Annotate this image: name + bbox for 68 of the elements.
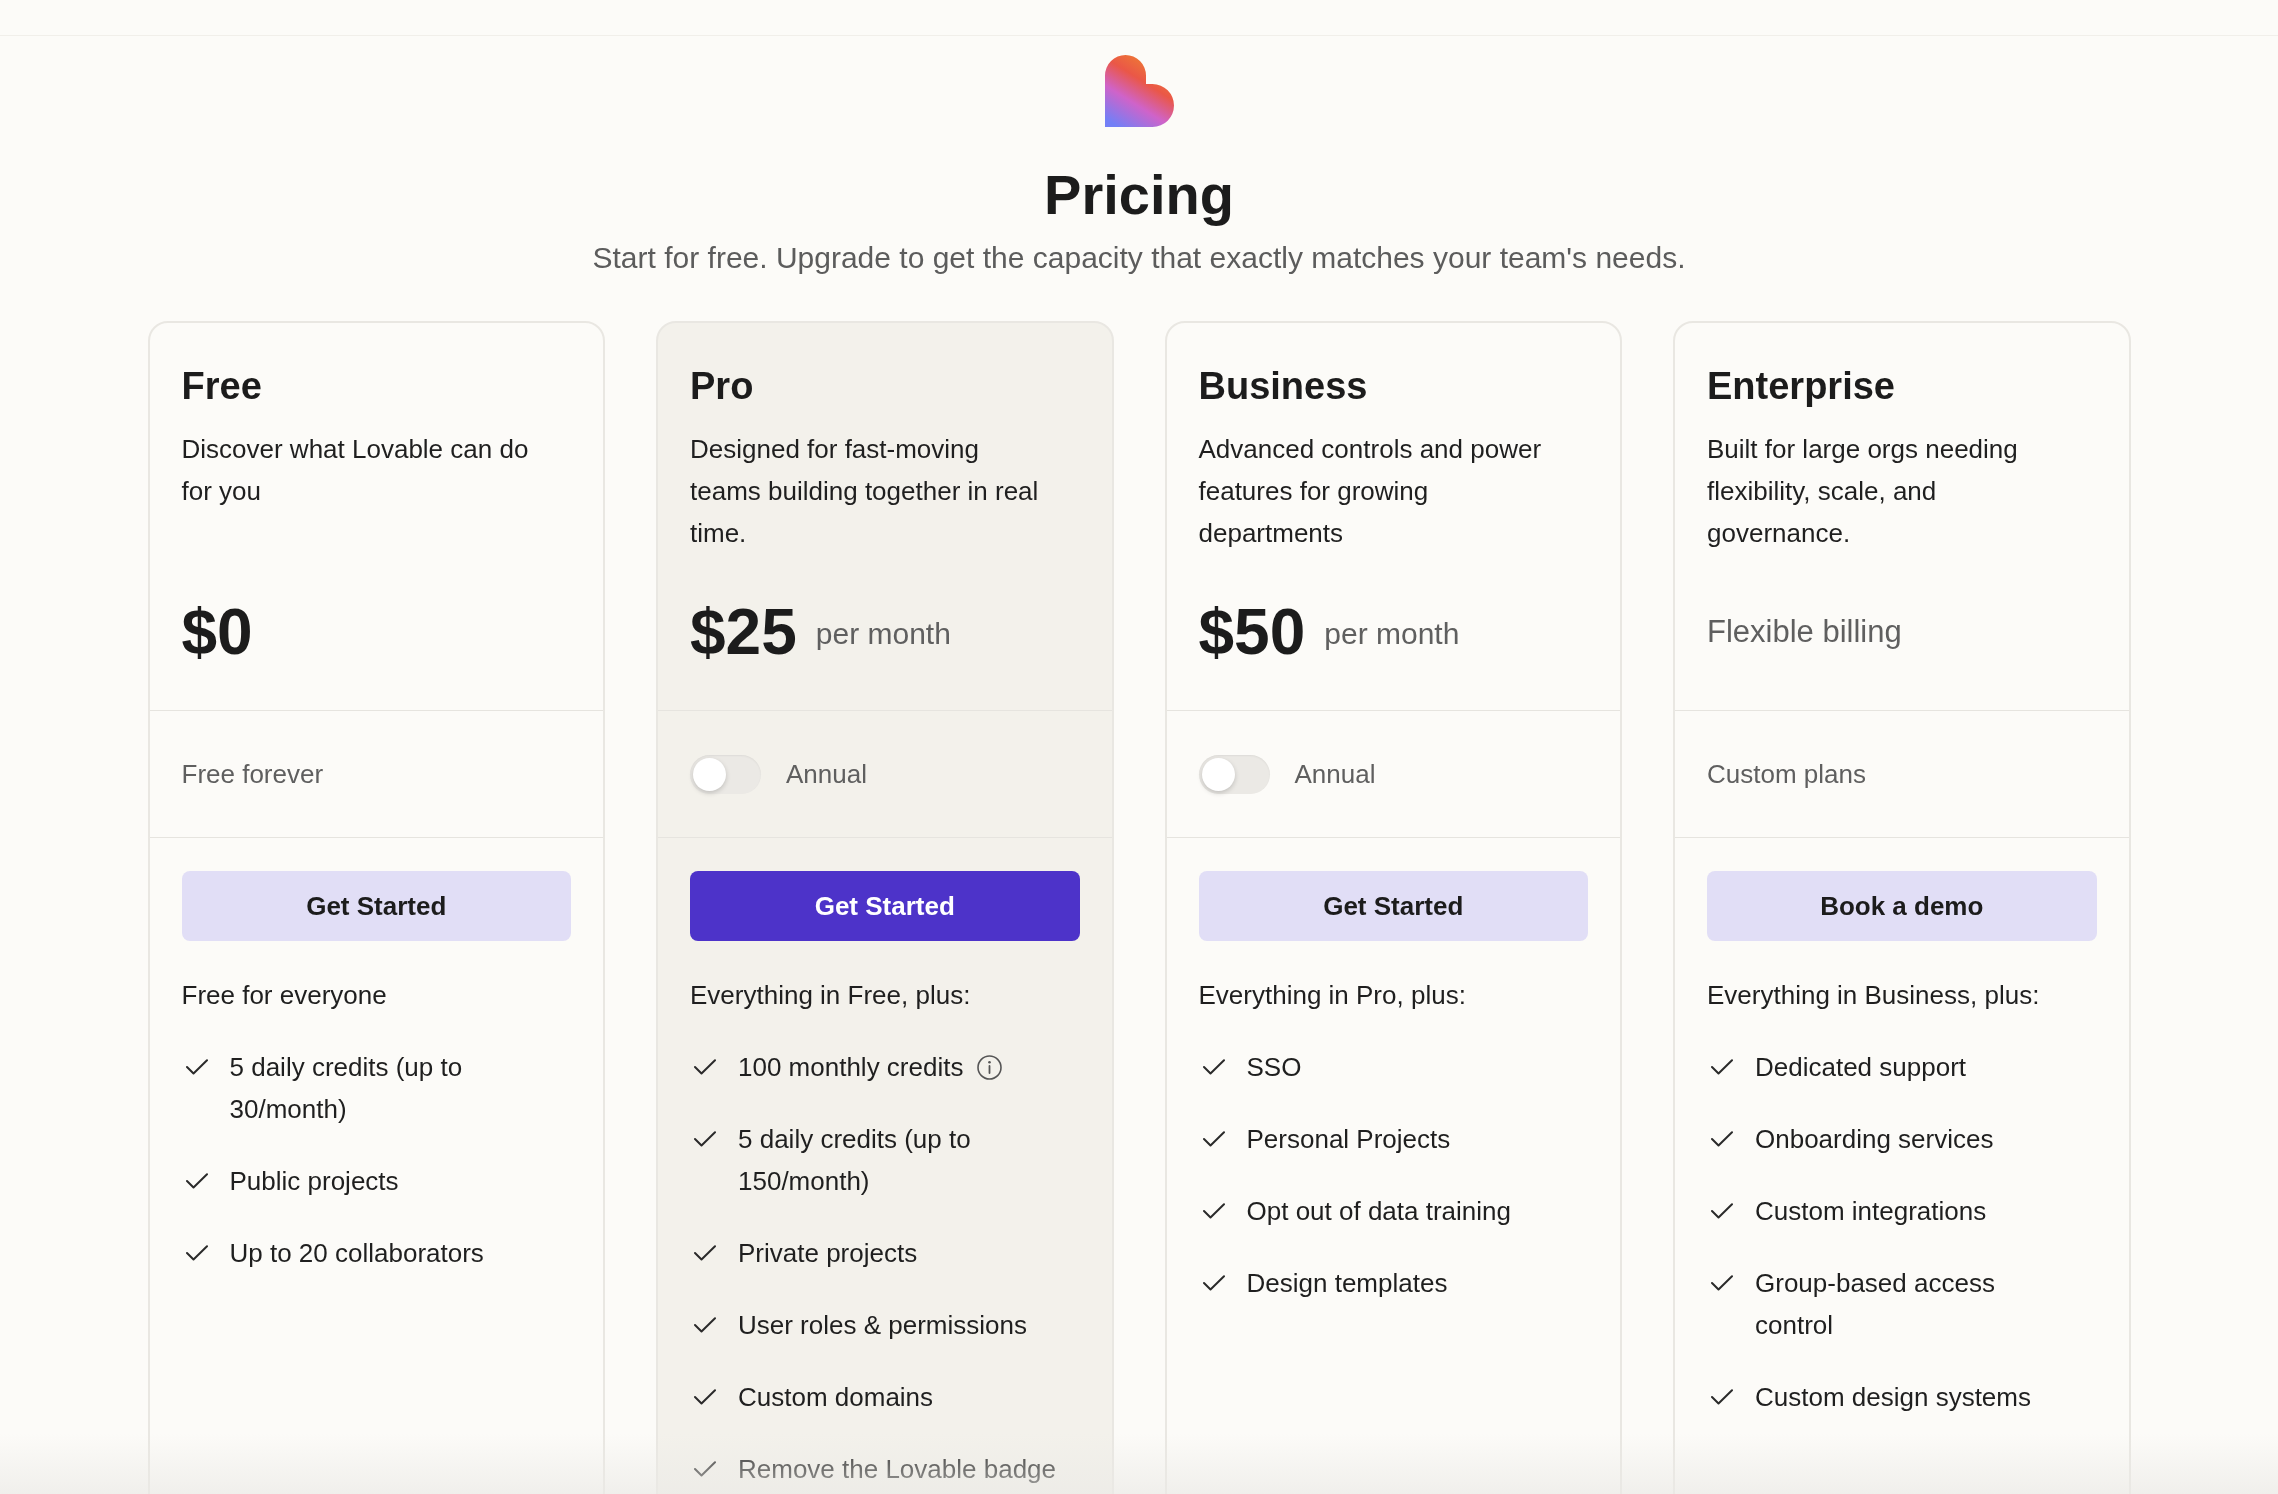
billing-note: Free forever bbox=[181, 758, 324, 791]
feature-text: Opt out of data training bbox=[1246, 1196, 1511, 1226]
annual-toggle[interactable] bbox=[690, 754, 761, 794]
page-title: Pricing bbox=[1044, 163, 1234, 227]
features-heading: Everything in Free, plus: bbox=[690, 979, 972, 1012]
check-icon bbox=[1202, 1059, 1225, 1075]
annual-toggle[interactable] bbox=[1198, 754, 1270, 794]
feature-text: Personal Projects bbox=[1246, 1124, 1451, 1154]
check-icon bbox=[694, 1461, 716, 1477]
price-amount: $0 bbox=[181, 597, 253, 667]
cta-button[interactable]: Get Started bbox=[181, 871, 571, 941]
price-period: per month bbox=[1324, 616, 1460, 652]
plan-name: Free bbox=[181, 364, 263, 409]
check-icon bbox=[1202, 1275, 1225, 1291]
plan-description: Built for large orgs needing flexibility, scale, and governance. bbox=[1707, 433, 2019, 550]
check-icon bbox=[1711, 1059, 1733, 1075]
page-subtitle: Start for free. Upgrade to get the capacity that exactly matches your team's needs. bbox=[592, 240, 1686, 276]
check-icon bbox=[185, 1173, 208, 1189]
feature-text: Custom integrations bbox=[1755, 1196, 1987, 1226]
feature-text: User roles & permissions bbox=[738, 1310, 1027, 1340]
toggle-label: Annual bbox=[1294, 758, 1376, 791]
check-icon bbox=[1202, 1203, 1225, 1219]
features-heading: Everything in Business, plus: bbox=[1707, 979, 2041, 1012]
logo-icon bbox=[1104, 55, 1174, 127]
check-icon bbox=[1202, 1131, 1225, 1147]
price-note: Flexible billing bbox=[1707, 613, 1902, 651]
check-icon bbox=[185, 1245, 208, 1261]
feature-text: Dedicated support bbox=[1755, 1052, 1967, 1082]
cta-button[interactable]: Get Started bbox=[690, 871, 1080, 941]
feature-text: Up to 20 collaborators bbox=[229, 1238, 484, 1268]
check-icon bbox=[1711, 1389, 1733, 1405]
feature-text: 5 daily credits (up to 150/month) bbox=[738, 1124, 971, 1196]
plan-name: Business bbox=[1198, 364, 1369, 409]
check-icon bbox=[1711, 1131, 1733, 1147]
feature-text: Group-based access control bbox=[1755, 1268, 1995, 1340]
cta-button[interactable]: Get Started bbox=[1198, 871, 1588, 941]
feature-text: Design templates bbox=[1246, 1268, 1448, 1298]
cta-button[interactable]: Book a demo bbox=[1707, 871, 2097, 941]
check-icon bbox=[694, 1131, 716, 1147]
plan-name: Pro bbox=[690, 364, 755, 409]
feature-text: 5 daily credits (up to 30/month) bbox=[229, 1052, 463, 1124]
feature-text: Onboarding services bbox=[1755, 1124, 1994, 1154]
feature-text: 100 monthly credits bbox=[738, 1052, 964, 1082]
toggle-label: Annual bbox=[786, 758, 867, 791]
billing-note: Custom plans bbox=[1707, 758, 1866, 791]
feature-text: SSO bbox=[1246, 1052, 1302, 1082]
check-icon bbox=[185, 1059, 208, 1075]
features-heading: Free for everyone bbox=[181, 979, 388, 1012]
feature-text: Private projects bbox=[738, 1238, 918, 1268]
check-icon bbox=[694, 1389, 716, 1405]
price-amount: $50 bbox=[1198, 597, 1306, 667]
check-icon bbox=[1711, 1203, 1733, 1219]
feature-text: Public projects bbox=[229, 1166, 399, 1196]
check-icon bbox=[694, 1245, 716, 1261]
price-period: per month bbox=[815, 616, 951, 652]
info-icon[interactable] bbox=[977, 1055, 1003, 1080]
features-heading: Everything in Pro, plus: bbox=[1198, 979, 1467, 1012]
plan-name: Enterprise bbox=[1707, 364, 1896, 409]
check-icon bbox=[694, 1317, 716, 1333]
price-amount: $25 bbox=[690, 597, 797, 667]
plan-description: Designed for fast-moving teams building together in real time. bbox=[690, 433, 1040, 550]
feature-text: Remove the Lovable badge bbox=[738, 1454, 1056, 1484]
plan-description: Advanced controls and power features for growing departments bbox=[1198, 433, 1543, 550]
feature-text: Custom design systems bbox=[1755, 1382, 2031, 1412]
feature-text: Custom domains bbox=[738, 1382, 934, 1412]
check-icon bbox=[694, 1059, 716, 1075]
check-icon bbox=[1711, 1275, 1733, 1291]
plan-description: Discover what Lovable can do for you bbox=[181, 433, 530, 508]
